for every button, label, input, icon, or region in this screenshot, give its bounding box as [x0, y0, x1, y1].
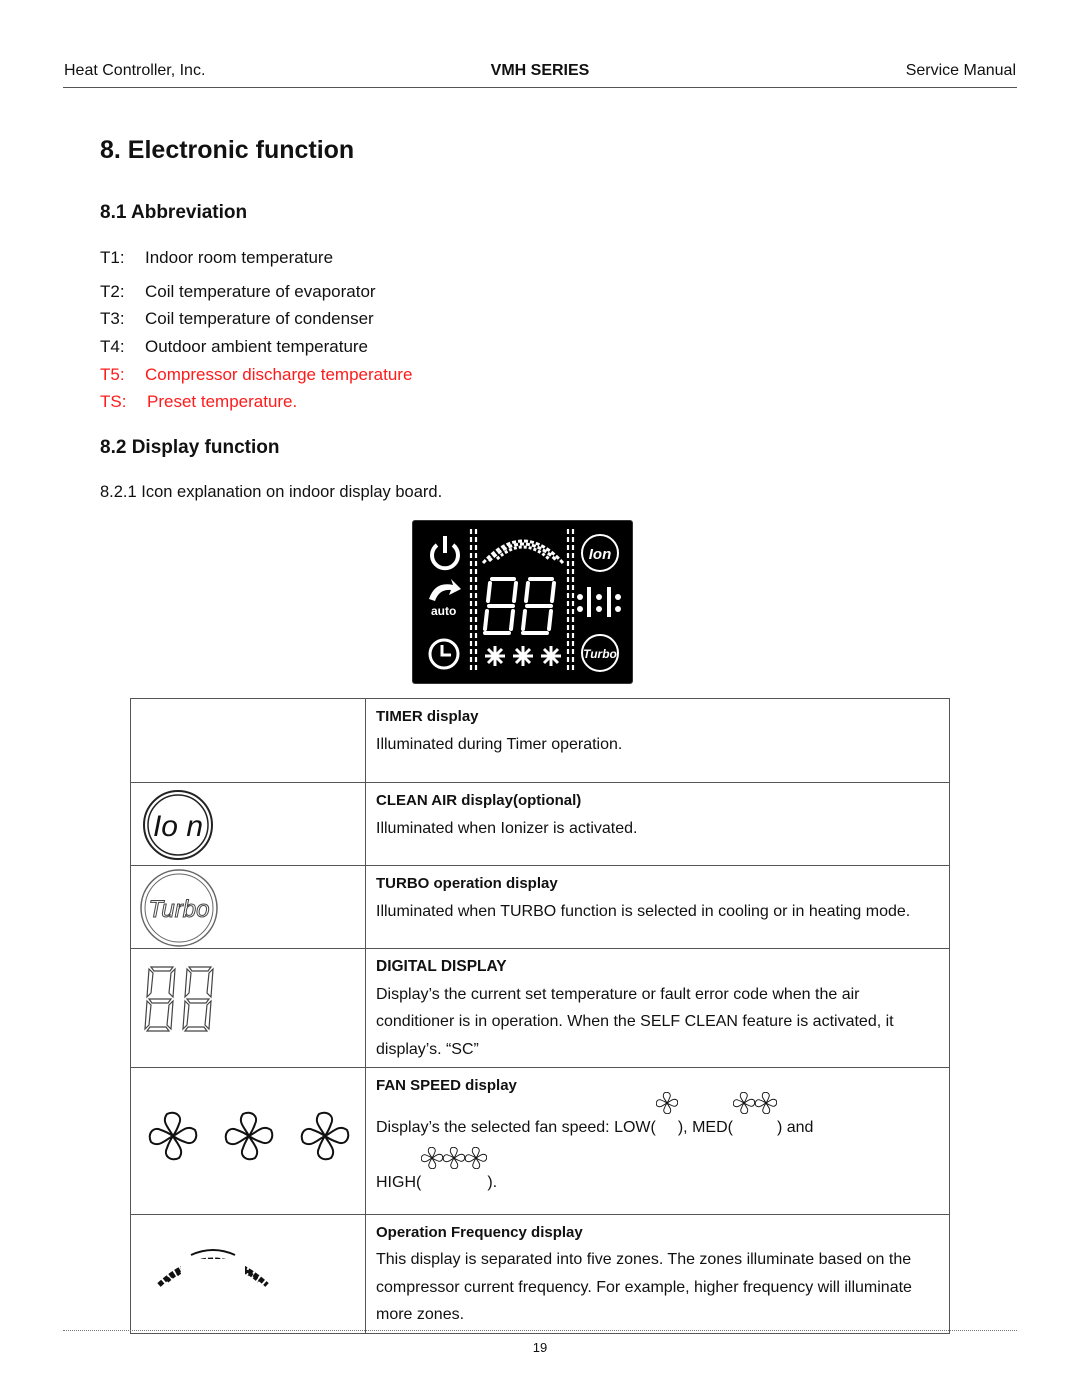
- fan-icon: [224, 1111, 274, 1161]
- abbreviation-item: T4: Outdoor ambient temperature: [100, 337, 368, 357]
- header-divider: [63, 87, 1017, 88]
- row-description: Display’s the selected fan speed: LOW(),…: [376, 1091, 939, 1210]
- swing-icon: [577, 587, 621, 617]
- abbreviation-text: Outdoor ambient temperature: [145, 337, 369, 356]
- table-row: Turbo TURBO operation display Illuminate…: [130, 865, 950, 949]
- digital-display-icon: [483, 577, 556, 635]
- fan-low-icon: [655, 1091, 678, 1114]
- fan-icon: [148, 1111, 198, 1161]
- fan-med-icon: [754, 1091, 777, 1114]
- description-cell: Operation Frequency display This display…: [365, 1213, 950, 1334]
- display-intro: 8.2.1 Icon explanation on indoor display…: [100, 483, 443, 501]
- abbreviation-code: T3:: [100, 309, 125, 328]
- fan-desc-intro: Display’s the selected fan speed: LOW(: [376, 1118, 656, 1136]
- description-cell: TURBO operation display Illuminated when…: [365, 865, 950, 949]
- frequency-arc-icon: [481, 539, 565, 565]
- abbreviation-text: Indoor room temperature: [145, 248, 334, 267]
- icon-cell-timer: [130, 698, 366, 783]
- fan-icon: [300, 1111, 350, 1161]
- icon-cell-ion: Io n: [130, 782, 366, 866]
- footer-divider: [63, 1330, 1017, 1331]
- fan-desc-high: HIGH(: [376, 1173, 422, 1191]
- row-title: CLEAN AIR display(optional): [376, 792, 582, 809]
- description-cell: TIMER display Illuminated during Timer o…: [365, 698, 950, 783]
- table-row: TIMER display Illuminated during Timer o…: [130, 698, 950, 783]
- description-cell: FAN SPEED display Display’s the selected…: [365, 1067, 950, 1215]
- abbreviation-item: T2: Coil temperature of evaporator: [100, 282, 376, 302]
- fan-high-icon: [443, 1146, 466, 1169]
- fan-icon: [485, 646, 505, 666]
- fan-desc-mid1: ), MED(: [677, 1118, 733, 1136]
- description-cell: CLEAN AIR display(optional) Illuminated …: [365, 782, 950, 866]
- digital-display-icon: [144, 966, 214, 1032]
- turbo-icon: Turbo: [140, 869, 218, 947]
- abbreviation-text: Compressor discharge temperature: [145, 365, 413, 384]
- abbreviation-text: Coil temperature of evaporator: [145, 282, 376, 301]
- fan-icon: [513, 646, 533, 666]
- table-row: DIGITAL DISPLAY Display’s the current se…: [130, 948, 950, 1068]
- turbo-icon-label: Turbo: [149, 896, 210, 923]
- fan-speed-icons: [485, 646, 561, 666]
- fan-med-icon: [732, 1091, 755, 1114]
- icon-cell-digital: [130, 948, 366, 1068]
- row-description: This display is separated into five zone…: [376, 1251, 912, 1323]
- abbreviation-item: T3: Coil temperature of condenser: [100, 309, 374, 329]
- abbreviation-code: T5:: [100, 365, 125, 384]
- fan-icon: [541, 646, 561, 666]
- fan-desc-end: ).: [487, 1173, 498, 1191]
- abbreviation-item: T1: Indoor room temperature: [100, 248, 333, 268]
- indoor-display-board: auto Ion Turbo: [412, 520, 633, 684]
- row-description: Illuminated when TURBO function is selec…: [376, 902, 911, 920]
- icon-cell-turbo: Turbo: [130, 865, 366, 949]
- icon-cell-fan: [130, 1067, 366, 1215]
- row-title: TIMER display: [376, 708, 479, 725]
- row-description: Illuminated during Timer operation.: [376, 735, 623, 753]
- clock-icon: [428, 638, 460, 670]
- icon-cell-frequency: [130, 1213, 366, 1334]
- ion-icon: Io n: [143, 790, 213, 860]
- icon-explanation-table: TIMER display Illuminated during Timer o…: [130, 698, 950, 1334]
- section-heading-abbreviation: 8.1 Abbreviation: [100, 202, 248, 223]
- row-title: TURBO operation display: [376, 875, 558, 892]
- ion-label: Ion: [589, 546, 612, 563]
- page-title: 8. Electronic function: [100, 136, 355, 164]
- table-row: Operation Frequency display This display…: [130, 1213, 950, 1334]
- section-heading-display-function: 8.2 Display function: [100, 437, 280, 458]
- abbreviation-item: TS: Preset temperature.: [100, 392, 297, 412]
- fan-speed-icons: [148, 1111, 350, 1161]
- fan-high-icon: [465, 1146, 488, 1169]
- table-row: Io n CLEAN AIR display(optional) Illumin…: [130, 782, 950, 866]
- abbreviation-code: TS:: [100, 392, 127, 411]
- frequency-arc-icon: [157, 1248, 269, 1289]
- abbreviation-text: Coil temperature of condenser: [145, 309, 374, 328]
- abbreviation-text: Preset temperature.: [147, 392, 298, 411]
- row-title: Operation Frequency display: [376, 1223, 583, 1241]
- abbreviation-code: T2:: [100, 282, 125, 301]
- header-doc-type: Service Manual: [905, 62, 1016, 79]
- table-row: FAN SPEED display Display’s the selected…: [130, 1067, 950, 1215]
- row-description: Display’s the current set temperature or…: [376, 985, 894, 1058]
- description-cell: DIGITAL DISPLAY Display’s the current se…: [365, 948, 950, 1068]
- auto-label: auto: [431, 604, 456, 618]
- row-description: Illuminated when Ionizer is activated.: [376, 819, 638, 837]
- row-title: DIGITAL DISPLAY: [376, 958, 507, 975]
- turbo-label: Turbo: [583, 647, 617, 661]
- auto-mode-icon: auto: [429, 579, 461, 618]
- ion-icon-label: Io n: [153, 810, 203, 843]
- abbreviation-code: T1:: [100, 248, 125, 267]
- fan-high-icon: [421, 1146, 444, 1169]
- power-icon: [430, 536, 460, 571]
- abbreviation-item: T5: Compressor discharge temperature: [100, 365, 412, 385]
- abbreviation-code: T4:: [100, 337, 125, 356]
- page-number: 19: [532, 1340, 548, 1355]
- fan-desc-mid2: ) and: [776, 1118, 814, 1136]
